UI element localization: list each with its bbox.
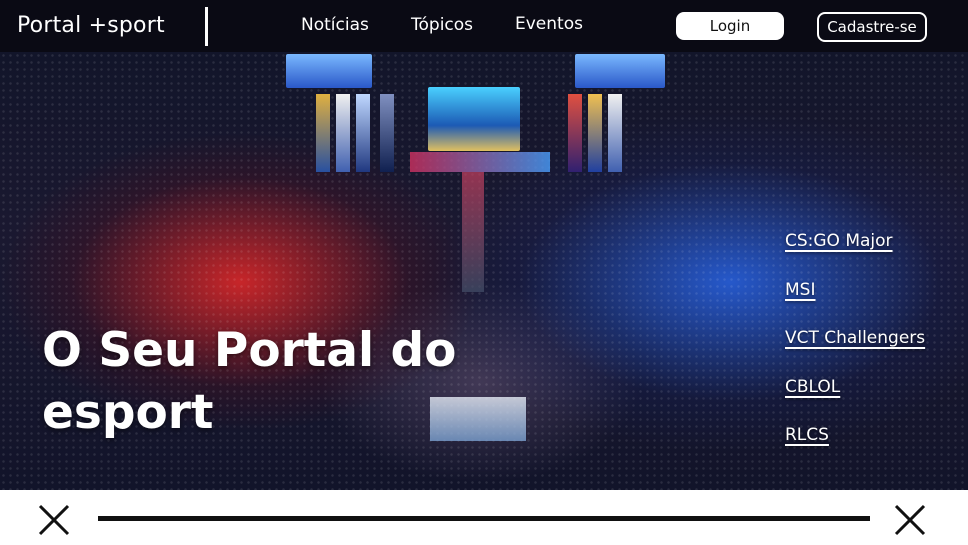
arena-banner — [356, 94, 370, 172]
arena-stage — [410, 152, 550, 172]
arena-screen-left — [286, 54, 372, 88]
close-icon[interactable] — [37, 503, 71, 537]
hero-title: O Seu Portal do esport — [42, 320, 456, 444]
nav-topicos[interactable]: Tópicos — [411, 15, 473, 35]
carousel-progress-bar[interactable] — [98, 516, 870, 521]
signup-button[interactable]: Cadastre-se — [817, 12, 927, 42]
hero-title-line2: esport — [42, 385, 214, 440]
arena-banner — [588, 94, 602, 172]
arena-banner — [380, 94, 394, 172]
header-divider — [205, 7, 208, 46]
event-link-csgo-major[interactable]: CS:GO Major — [785, 231, 893, 251]
event-link-rlcs[interactable]: RLCS — [785, 425, 829, 445]
arena-screen-right — [575, 54, 665, 88]
event-link-msi[interactable]: MSI — [785, 280, 815, 300]
event-link-vct-challengers[interactable]: VCT Challengers — [785, 328, 925, 348]
login-button[interactable]: Login — [676, 12, 784, 40]
hero-title-line1: O Seu Portal do — [42, 323, 457, 378]
arena-walkway — [462, 172, 484, 292]
arena-banner — [336, 94, 350, 172]
nav-eventos[interactable]: Eventos — [515, 14, 583, 34]
arena-banner — [316, 94, 330, 172]
hero-banner: O Seu Portal do esport CS:GO Major MSI V… — [0, 52, 968, 490]
brand-logo[interactable]: Portal +sport — [17, 13, 165, 38]
arena-banner — [608, 94, 622, 172]
event-link-cblol[interactable]: CBLOL — [785, 377, 840, 397]
arena-banner — [568, 94, 582, 172]
top-navbar: Portal +sport Notícias Tópicos Eventos L… — [0, 0, 968, 52]
arena-screen-center — [428, 87, 520, 151]
close-icon[interactable] — [893, 503, 927, 537]
nav-noticias[interactable]: Notícias — [301, 15, 369, 35]
